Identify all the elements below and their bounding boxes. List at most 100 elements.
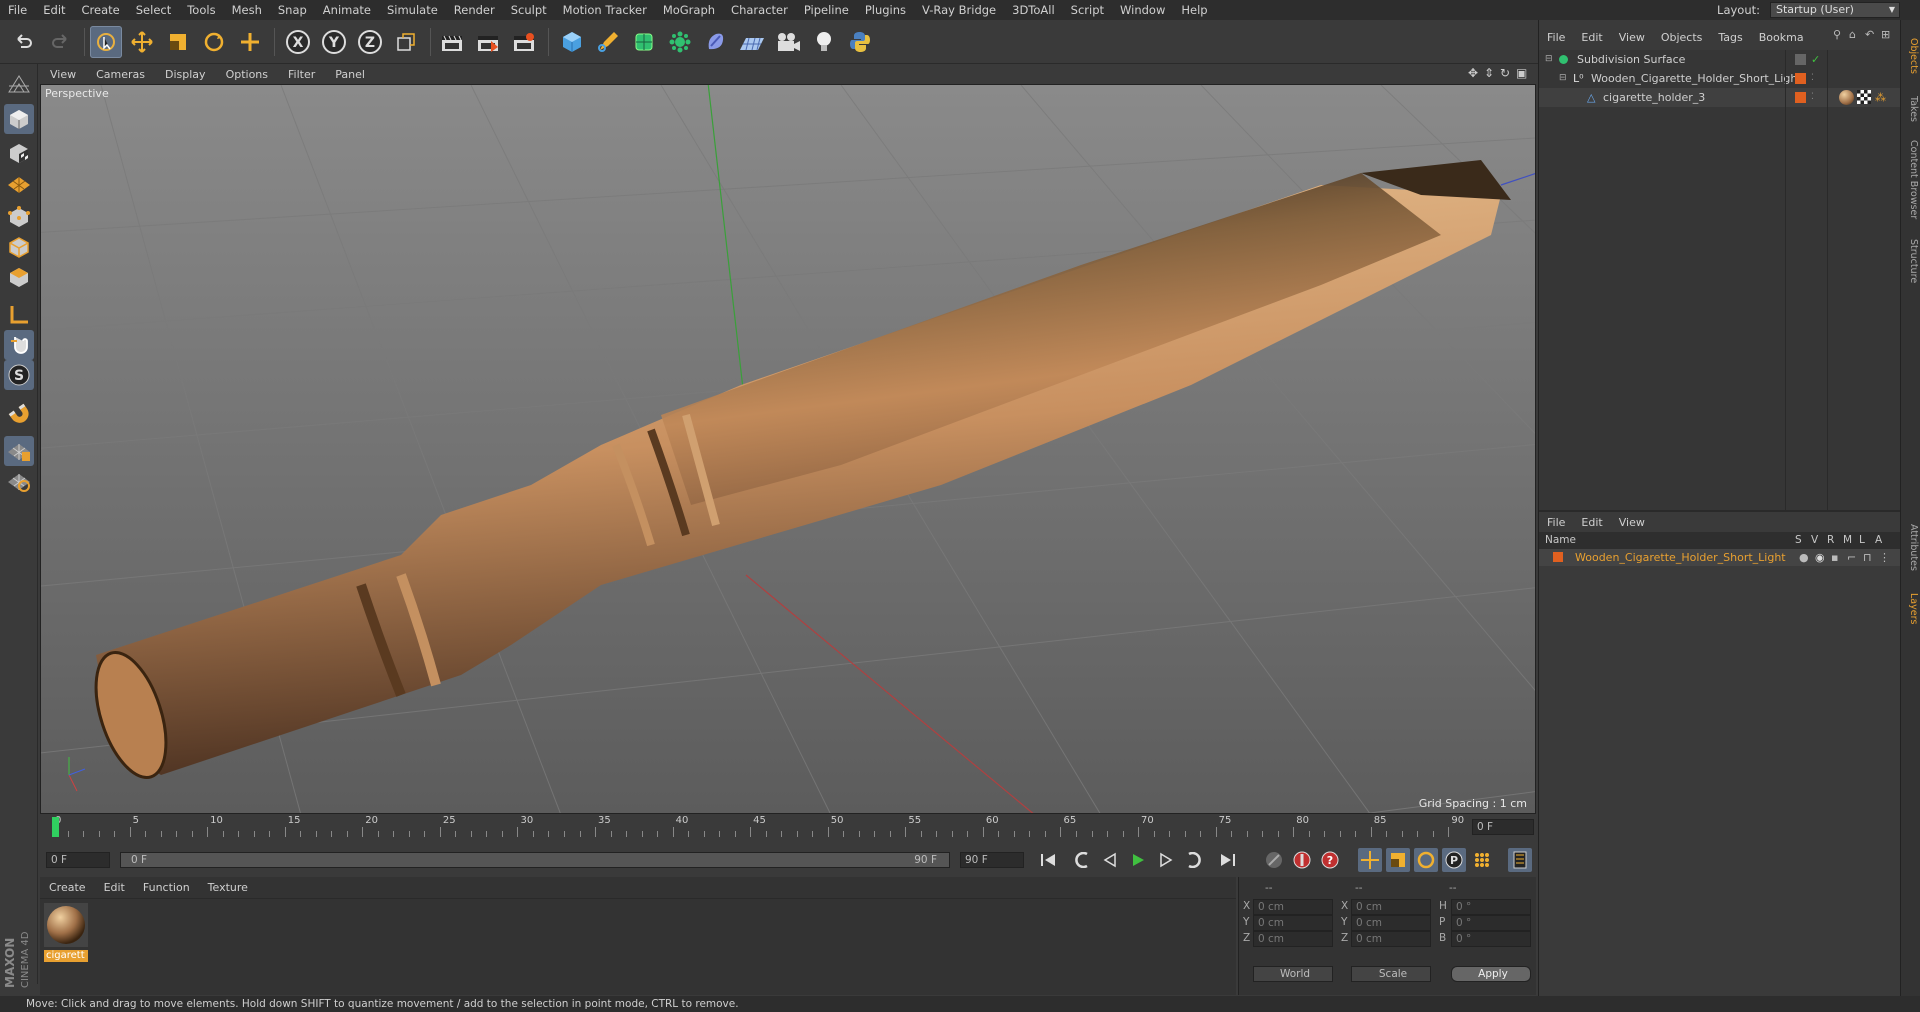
object-menu-bookma[interactable]: Bookma bbox=[1751, 31, 1812, 44]
points-mode-icon[interactable] bbox=[4, 202, 34, 232]
locked-workplane-icon[interactable] bbox=[4, 466, 34, 496]
render-picture-viewer-icon[interactable] bbox=[472, 26, 504, 58]
start-frame-field[interactable]: 0 F bbox=[46, 852, 110, 868]
menu-render[interactable]: Render bbox=[446, 0, 503, 20]
model-mode-icon[interactable] bbox=[4, 104, 34, 134]
layer-icon[interactable] bbox=[1795, 54, 1806, 65]
key-position-icon[interactable] bbox=[1358, 848, 1382, 872]
layer-color-swatch[interactable] bbox=[1553, 552, 1563, 562]
workplane-icon[interactable] bbox=[4, 168, 34, 198]
subdivision-icon[interactable] bbox=[628, 26, 660, 58]
layer-row[interactable]: Wooden_Cigarette_Holder_Short_Light ● ◉ … bbox=[1539, 549, 1901, 566]
lock-icon[interactable]: ⊓ bbox=[1863, 549, 1872, 566]
tweak-mode-icon[interactable] bbox=[4, 330, 34, 360]
enabled-check-icon[interactable]: ✓ bbox=[1811, 50, 1820, 69]
make-editable-icon[interactable] bbox=[4, 70, 34, 100]
play-icon[interactable] bbox=[1126, 848, 1150, 872]
tab-attributes[interactable]: Attributes bbox=[1903, 510, 1919, 584]
polygons-mode-icon[interactable] bbox=[4, 262, 34, 292]
undo-icon[interactable] bbox=[8, 26, 40, 58]
key-scale-icon[interactable] bbox=[1386, 848, 1410, 872]
object-menu-objects[interactable]: Objects bbox=[1653, 31, 1711, 44]
menu-character[interactable]: Character bbox=[723, 0, 796, 20]
material-tag-icon[interactable] bbox=[1839, 90, 1854, 105]
search-icon[interactable]: ⚲ bbox=[1833, 28, 1841, 41]
material-menu-create[interactable]: Create bbox=[40, 881, 95, 894]
material-menu-function[interactable]: Function bbox=[134, 881, 199, 894]
apply-button[interactable]: Apply bbox=[1451, 966, 1531, 982]
edit-render-settings-icon[interactable] bbox=[508, 26, 540, 58]
live-selection-icon[interactable] bbox=[90, 26, 122, 58]
tab-content-browser[interactable]: Content Browser bbox=[1903, 132, 1919, 228]
current-frame-field[interactable]: 0 F bbox=[1472, 819, 1534, 835]
object-row-subdivision-surface[interactable]: ⊟ Subdivision Surface ✓ bbox=[1539, 50, 1901, 69]
z-axis-lock-icon[interactable]: Z bbox=[354, 26, 386, 58]
viewport-menu-display[interactable]: Display bbox=[155, 68, 216, 81]
object-menu-edit[interactable]: Edit bbox=[1573, 31, 1610, 44]
light-icon[interactable] bbox=[808, 26, 840, 58]
x-axis-lock-icon[interactable]: X bbox=[282, 26, 314, 58]
timeline-ruler[interactable]: 051015202530354045505560657075808590 bbox=[52, 815, 1464, 839]
go-to-start-icon[interactable] bbox=[1036, 848, 1060, 872]
floor-icon[interactable] bbox=[736, 26, 768, 58]
enable-axis-icon[interactable] bbox=[4, 300, 34, 330]
frame-range-slider[interactable]: 0 F 90 F bbox=[120, 852, 950, 868]
layout-dropdown[interactable]: Startup (User) ▼ bbox=[1770, 2, 1900, 18]
menu-create[interactable]: Create bbox=[74, 0, 128, 20]
key-rotation-icon[interactable] bbox=[1414, 848, 1438, 872]
visible-toggle-icon[interactable]: ◉ bbox=[1815, 549, 1825, 566]
visibility-dots-icon[interactable]: ⁚ bbox=[1811, 69, 1814, 88]
layer-menu-file[interactable]: File bbox=[1539, 516, 1573, 529]
collapse-icon[interactable]: ⊟ bbox=[1545, 50, 1553, 69]
timeline-window-icon[interactable] bbox=[1508, 848, 1532, 872]
scale-icon[interactable] bbox=[162, 26, 194, 58]
end-frame-field[interactable]: 90 F bbox=[960, 852, 1024, 868]
layer-color-icon[interactable] bbox=[1795, 92, 1806, 103]
material-menu-texture[interactable]: Texture bbox=[199, 881, 257, 894]
menu-tools[interactable]: Tools bbox=[179, 0, 223, 20]
layer-color-icon[interactable] bbox=[1795, 73, 1806, 84]
add-object-icon[interactable] bbox=[234, 26, 266, 58]
menu-pipeline[interactable]: Pipeline bbox=[796, 0, 857, 20]
previous-key-icon[interactable] bbox=[1070, 848, 1094, 872]
menu-mesh[interactable]: Mesh bbox=[224, 0, 270, 20]
viewport-menu-view[interactable]: View bbox=[40, 68, 86, 81]
go-to-end-icon[interactable] bbox=[1216, 848, 1240, 872]
object-row-wooden-cigarette-holder[interactable]: ⊟ L⁰ Wooden_Cigarette_Holder_Short_Light… bbox=[1539, 69, 1901, 88]
viewport-menu-cameras[interactable]: Cameras bbox=[86, 68, 155, 81]
tab-structure[interactable]: Structure bbox=[1903, 228, 1919, 294]
layer-menu-edit[interactable]: Edit bbox=[1573, 516, 1610, 529]
visibility-dots-icon[interactable]: ⁚ bbox=[1811, 88, 1814, 107]
menu-help[interactable]: Help bbox=[1173, 0, 1215, 20]
manager-toggle-icon[interactable]: ⌐ bbox=[1847, 549, 1856, 566]
timeline[interactable]: 051015202530354045505560657075808590 0 F bbox=[40, 815, 1536, 839]
next-key-icon[interactable] bbox=[1182, 848, 1206, 872]
tab-layers[interactable]: Layers bbox=[1903, 584, 1919, 634]
size-mode-dropdown[interactable]: Scale bbox=[1351, 966, 1431, 982]
menu-animate[interactable]: Animate bbox=[315, 0, 379, 20]
viewport-menu-panel[interactable]: Panel bbox=[325, 68, 375, 81]
coord-rot-field-h[interactable]: 0 ° bbox=[1451, 899, 1531, 915]
object-row-cigarette-holder-3[interactable]: △ cigarette_holder_3 ⁚ ⁂ bbox=[1539, 88, 1901, 107]
menu-motion-tracker[interactable]: Motion Tracker bbox=[555, 0, 655, 20]
keyframe-selection-icon[interactable] bbox=[1262, 848, 1286, 872]
coord-pos-field-z[interactable]: 0 cm bbox=[1253, 931, 1333, 947]
menu-plugins[interactable]: Plugins bbox=[857, 0, 914, 20]
coord-pos-field-y[interactable]: 0 cm bbox=[1253, 915, 1333, 931]
material-swatch[interactable]: cigarett bbox=[44, 903, 88, 962]
animation-toggle-icon[interactable]: ⋮ bbox=[1879, 549, 1890, 566]
menu-edit[interactable]: Edit bbox=[35, 0, 73, 20]
camera-icon[interactable] bbox=[772, 26, 804, 58]
pan-icon[interactable]: ✥ bbox=[1468, 66, 1478, 80]
home-icon[interactable]: ⌂ bbox=[1849, 28, 1856, 41]
solo-icon[interactable]: S bbox=[4, 360, 34, 390]
viewport-menu-options[interactable]: Options bbox=[216, 68, 278, 81]
previous-frame-icon[interactable] bbox=[1098, 848, 1122, 872]
object-menu-view[interactable]: View bbox=[1611, 31, 1653, 44]
solo-toggle-icon[interactable]: ● bbox=[1799, 549, 1809, 566]
menu-simulate[interactable]: Simulate bbox=[379, 0, 446, 20]
autokeying-icon[interactable]: ? bbox=[1318, 848, 1342, 872]
zoom-icon[interactable]: ⇕ bbox=[1484, 66, 1494, 80]
object-menu-file[interactable]: File bbox=[1539, 31, 1573, 44]
python-icon[interactable] bbox=[844, 26, 876, 58]
